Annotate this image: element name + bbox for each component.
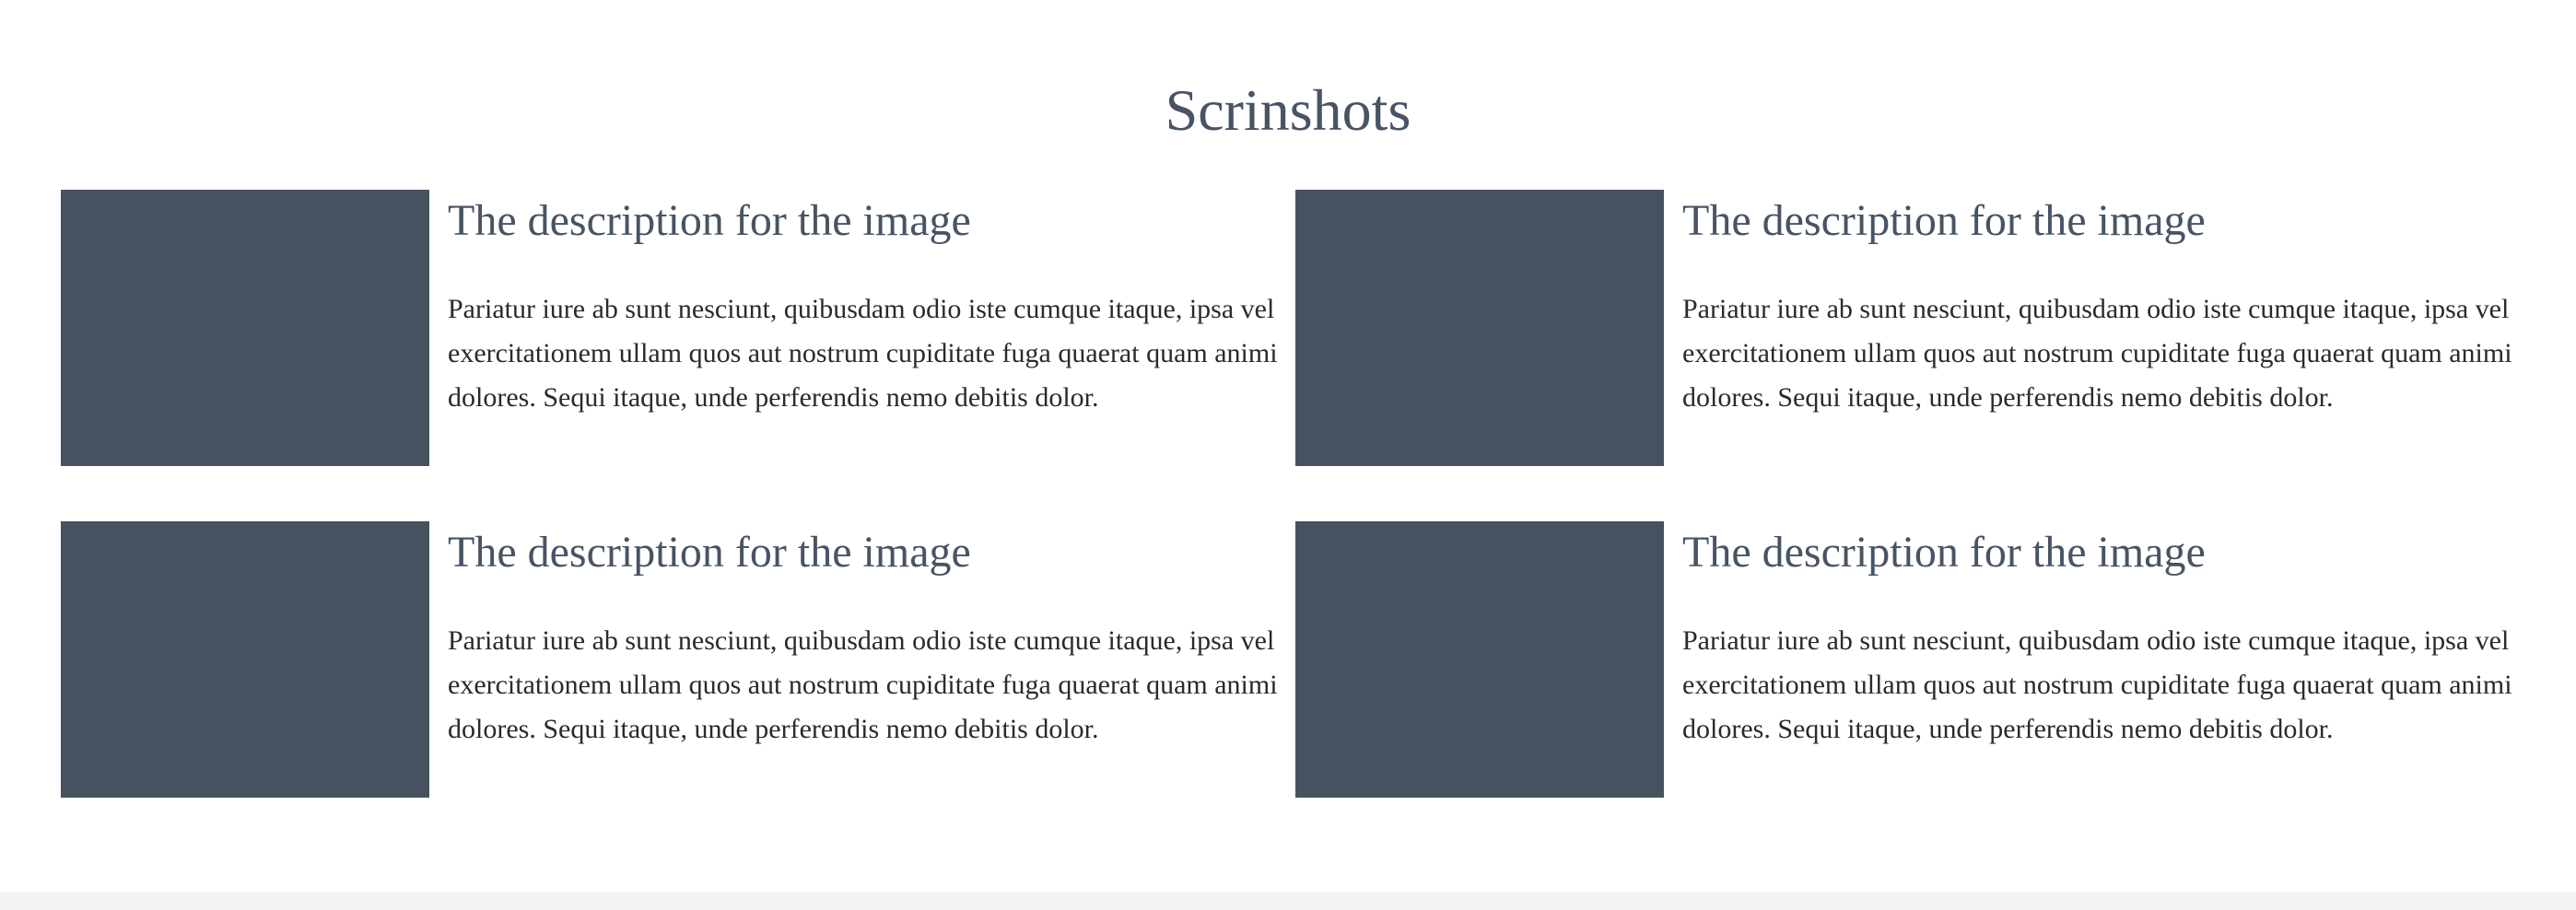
- screenshot-image: [61, 521, 429, 798]
- card-heading: The description for the image: [448, 196, 971, 245]
- screenshot-card: The description for the image Pariatur i…: [61, 190, 1295, 466]
- section-title: Scrinshots: [1165, 77, 1411, 143]
- screenshot-image: [1295, 521, 1664, 798]
- card-heading: The description for the image: [1682, 196, 2206, 245]
- footer-strip: [0, 892, 2576, 910]
- screenshot-card: The description for the image Pariatur i…: [61, 521, 1295, 798]
- card-heading: The description for the image: [448, 528, 971, 577]
- page: Scrinshots The description for the image…: [0, 0, 2576, 910]
- card-heading: The description for the image: [1682, 528, 2206, 577]
- screenshot-image: [1295, 190, 1664, 466]
- card-description: Pariatur iure ab sunt nesciunt, quibusda…: [448, 294, 1278, 413]
- card-description: Pariatur iure ab sunt nesciunt, quibusda…: [448, 625, 1278, 744]
- screenshot-card: The description for the image Pariatur i…: [1295, 190, 2530, 466]
- card-description: Pariatur iure ab sunt nesciunt, quibusda…: [1682, 625, 2512, 744]
- screenshot-image: [61, 190, 429, 466]
- card-description: Pariatur iure ab sunt nesciunt, quibusda…: [1682, 294, 2512, 413]
- screenshot-card: The description for the image Pariatur i…: [1295, 521, 2530, 798]
